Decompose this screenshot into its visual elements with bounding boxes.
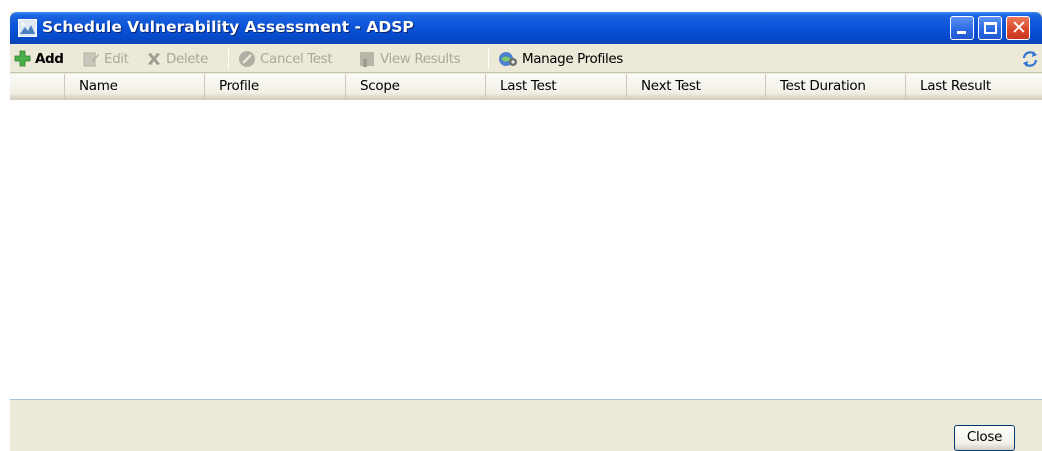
delete-button[interactable]: Delete: [146, 48, 208, 69]
column-header-next-test[interactable]: Next Test: [626, 74, 765, 100]
column-header-last-result[interactable]: Last Result: [905, 74, 1042, 100]
view-results-button[interactable]: View Results: [358, 48, 461, 69]
assessment-table[interactable]: Name Profile Scope Last Test Next Test T…: [10, 74, 1042, 400]
maximize-button[interactable]: [978, 16, 1002, 40]
table-body[interactable]: [10, 102, 1042, 399]
close-icon: ✕: [1011, 17, 1027, 39]
window-title: Schedule Vulnerability Assessment - ADSP: [42, 18, 414, 36]
close-window-button[interactable]: ✕: [1006, 16, 1030, 40]
column-header-test-duration[interactable]: Test Duration: [765, 74, 905, 100]
view-results-icon: [360, 51, 374, 67]
edit-button[interactable]: Edit: [82, 48, 129, 69]
column-header-name[interactable]: Name: [64, 74, 204, 100]
app-icon: [18, 19, 37, 37]
maximize-icon: [984, 22, 997, 34]
dialog-footer: Close: [10, 401, 1042, 451]
cancel-test-label: Cancel Test: [260, 50, 333, 67]
minimize-icon: [957, 31, 966, 34]
view-results-label: View Results: [380, 50, 461, 67]
column-header-select[interactable]: [10, 74, 64, 100]
dialog-window: Schedule Vulnerability Assessment - ADSP…: [10, 12, 1042, 451]
table-header: Name Profile Scope Last Test Next Test T…: [10, 74, 1042, 100]
column-header-profile[interactable]: Profile: [204, 74, 345, 100]
cancel-icon: [239, 50, 255, 67]
close-button[interactable]: Close: [954, 425, 1015, 451]
toolbar: Add Edit Delete Cancel Test View Results…: [10, 44, 1042, 73]
toolbar-separator: [488, 49, 489, 69]
add-button[interactable]: Add: [14, 48, 64, 69]
delete-icon: [148, 52, 160, 65]
manage-profiles-label: Manage Profiles: [522, 50, 623, 67]
delete-label: Delete: [166, 50, 208, 67]
edit-label: Edit: [104, 50, 129, 67]
minimize-button[interactable]: [950, 16, 974, 40]
manage-profiles-button[interactable]: Manage Profiles: [498, 48, 623, 69]
plus-icon: [14, 50, 31, 67]
toolbar-separator: [228, 49, 229, 69]
edit-icon: [83, 52, 99, 66]
title-bar[interactable]: Schedule Vulnerability Assessment - ADSP…: [10, 12, 1042, 44]
manage-profiles-icon: [499, 51, 517, 66]
column-header-last-test[interactable]: Last Test: [485, 74, 626, 100]
refresh-icon[interactable]: [1020, 49, 1040, 69]
add-label: Add: [35, 50, 64, 67]
cancel-test-button[interactable]: Cancel Test: [238, 48, 333, 69]
column-header-scope[interactable]: Scope: [345, 74, 485, 100]
